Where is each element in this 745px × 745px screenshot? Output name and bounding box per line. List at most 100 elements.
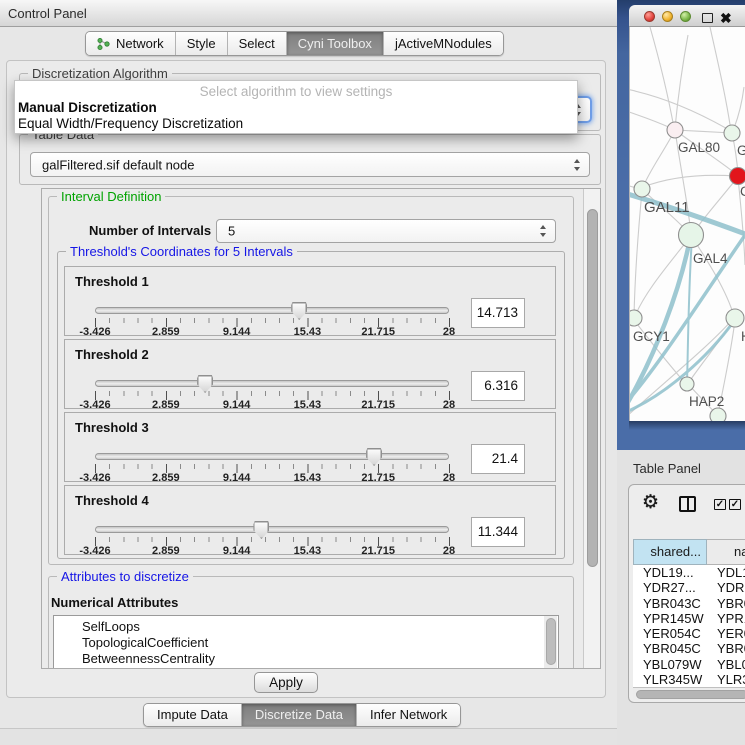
minimize-traffic-light[interactable] <box>662 11 673 22</box>
tick-label: 2.859 <box>152 545 180 557</box>
node-gcy1[interactable] <box>630 310 642 326</box>
table-row[interactable]: YER054CYER0 <box>633 626 745 641</box>
tick-label: 21.715 <box>361 399 395 411</box>
table-cell: YLR345W <box>633 672 711 687</box>
tab-impute-data[interactable]: Impute Data <box>144 704 241 726</box>
tab-label: Select <box>239 32 275 55</box>
close-traffic-light[interactable] <box>644 11 655 22</box>
float-window-icon[interactable] <box>702 13 713 23</box>
tab-select[interactable]: Select <box>227 32 286 55</box>
slider-track[interactable] <box>95 307 449 314</box>
popup-option-manual[interactable]: Manual Discretization <box>18 100 157 115</box>
threshold-label: Threshold 3 <box>75 420 149 435</box>
node-gal11[interactable] <box>634 181 650 197</box>
tick-label: 21.715 <box>361 326 395 338</box>
checkbox-icon[interactable]: ✓ <box>729 499 741 510</box>
node-red[interactable] <box>730 168 745 185</box>
slider-track[interactable] <box>95 380 449 387</box>
threshold-value-input[interactable]: 6.316 <box>471 371 525 401</box>
apply-button[interactable]: Apply <box>254 672 318 693</box>
threshold-coordinates-group: Threshold's Coordinates for 5 Intervals … <box>57 251 565 559</box>
list-scrollbar[interactable] <box>544 616 557 668</box>
table-row[interactable]: YDR27...YDR2 <box>633 580 745 595</box>
list-item[interactable]: TopologicalCoefficient <box>54 635 558 651</box>
threshold-value-input[interactable]: 21.4 <box>471 444 525 474</box>
table-row[interactable]: YLR345WYLR3 <box>633 672 745 687</box>
tick-labels: -3.4262.8599.14415.4321.71528 <box>95 545 449 557</box>
cyni-content-panel: Discretization Algorithm Table Data galF… <box>6 60 606 698</box>
table-rows: YDL19...YDL1YDR27...YDR2YBR043CYBR0YPR14… <box>633 565 745 687</box>
table-data-group: Table Data galFiltered.sif default node <box>19 134 601 185</box>
tick-label: 15.43 <box>294 472 322 484</box>
node-label-hap2: HAP2 <box>689 394 724 409</box>
gear-icon[interactable]: ⚙ <box>642 493 659 513</box>
table-row[interactable]: YDL19...YDL1 <box>633 565 745 580</box>
node-label-gal4: GAL4 <box>693 251 728 266</box>
node-label-partial-c: C <box>740 184 745 199</box>
popup-option-equal-width[interactable]: Equal Width/Frequency Discretization <box>18 116 243 131</box>
attributes-group: Attributes to discretize Numerical Attri… <box>48 576 574 669</box>
split-view-icon[interactable] <box>679 496 696 512</box>
column-header-shared-name[interactable]: shared... <box>633 539 707 565</box>
node-hap2[interactable] <box>680 377 694 391</box>
table-cell: YBL0 <box>711 657 745 672</box>
right-region: ✖ <box>617 0 745 745</box>
tab-label: Discretize Data <box>255 704 343 726</box>
node-gal80[interactable] <box>667 122 683 138</box>
node-right[interactable] <box>726 309 744 327</box>
table-row[interactable]: YPR145WYPR1 <box>633 611 745 626</box>
tab-network[interactable]: Network <box>86 32 175 55</box>
settings-scrollpane: Interval Definition Number of Intervals … <box>41 188 601 669</box>
tab-cyni-toolbox[interactable]: Cyni Toolbox <box>286 32 383 55</box>
network-graph: GAL80 GA C GAL11 GAL4 GCY1 H HAP2 <box>630 27 745 421</box>
horizontal-scrollbar[interactable] <box>633 687 745 700</box>
tick-label: -3.426 <box>79 545 110 557</box>
node-bottom[interactable] <box>710 408 726 421</box>
tick-label: -3.426 <box>79 326 110 338</box>
tab-infer-network[interactable]: Infer Network <box>356 704 460 726</box>
numerical-attributes-label: Numerical Attributes <box>51 595 178 610</box>
tab-label: Impute Data <box>157 704 228 726</box>
num-intervals-combobox[interactable]: 5 <box>216 219 556 243</box>
close-icon[interactable]: ✖ <box>720 12 732 24</box>
node-label-gal11: GAL11 <box>644 199 690 216</box>
table-row[interactable]: YBR045CYBR0 <box>633 641 745 656</box>
scrollbar-thumb[interactable] <box>587 209 598 567</box>
zoom-traffic-light[interactable] <box>680 11 691 22</box>
tick-labels: -3.4262.8599.14415.4321.71528 <box>95 472 449 484</box>
network-view-window: ✖ <box>629 5 745 421</box>
node-label-gcy1: GCY1 <box>633 329 670 344</box>
slider-track[interactable] <box>95 526 449 533</box>
table-cell: YER054C <box>633 626 711 641</box>
column-header-name[interactable]: na <box>707 539 745 565</box>
tab-label: jActiveMNodules <box>395 32 492 55</box>
table-cell: YER0 <box>711 626 745 641</box>
node-green-1[interactable] <box>724 125 740 141</box>
tab-discretize-data[interactable]: Discretize Data <box>241 704 356 726</box>
table-cell: YBR0 <box>711 641 745 656</box>
list-item[interactable]: BetweennessCentrality <box>54 651 558 667</box>
threshold-value-input[interactable]: 14.713 <box>471 298 525 328</box>
threshold-label: Threshold 2 <box>75 347 149 362</box>
table-row[interactable]: YBL079WYBL0 <box>633 657 745 672</box>
list-item[interactable]: SelfLoops <box>54 616 558 635</box>
vertical-scrollbar[interactable] <box>583 189 601 668</box>
threshold-value-input[interactable]: 11.344 <box>471 517 525 547</box>
tick-label: 21.715 <box>361 545 395 557</box>
slider-track[interactable] <box>95 453 449 460</box>
table-cell: YBL079W <box>633 657 711 672</box>
tick-label: -3.426 <box>79 472 110 484</box>
node-gal4[interactable] <box>679 223 704 248</box>
attribute-list: SelfLoops TopologicalCoefficient Between… <box>53 615 559 669</box>
tab-style[interactable]: Style <box>175 32 227 55</box>
group-title: Interval Definition <box>57 189 165 204</box>
table-data-combobox[interactable]: galFiltered.sif default node <box>30 152 590 177</box>
network-canvas[interactable]: GAL80 GA C GAL11 GAL4 GCY1 H HAP2 <box>629 27 745 421</box>
scrollbar-thumb[interactable] <box>636 690 745 699</box>
tab-label: Infer Network <box>370 704 447 726</box>
table-row[interactable]: YBR043CYBR0 <box>633 596 745 611</box>
tab-jactivemnodules[interactable]: jActiveMNodules <box>383 32 503 55</box>
checkbox-icon[interactable]: ✓ <box>714 499 726 510</box>
network-window-titlebar[interactable]: ✖ <box>629 5 745 27</box>
table-cell: YDL19... <box>633 565 711 580</box>
